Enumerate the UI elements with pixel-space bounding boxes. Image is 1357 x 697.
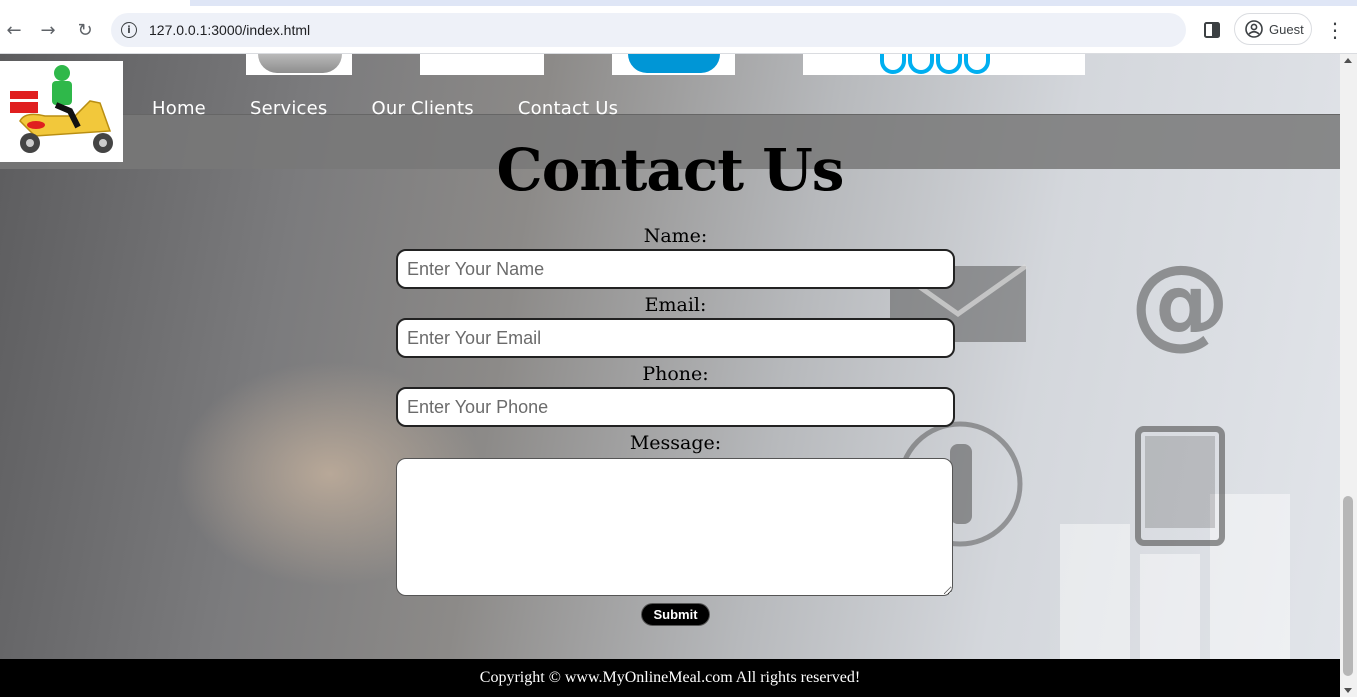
- profile-label: Guest: [1269, 21, 1304, 37]
- email-input[interactable]: [396, 318, 955, 358]
- scroll-up-icon[interactable]: [1344, 58, 1352, 63]
- site-info-icon[interactable]: i: [121, 22, 137, 38]
- browser-menu-icon[interactable]: ⋮: [1323, 18, 1347, 42]
- tablet-icon: [1135, 426, 1225, 546]
- phone-label: Phone:: [642, 363, 709, 385]
- page-title: Contact Us: [496, 136, 845, 204]
- nav-services[interactable]: Services: [250, 98, 328, 119]
- scroll-down-icon[interactable]: [1344, 688, 1352, 693]
- name-input[interactable]: [396, 249, 955, 289]
- client-logo-box: [420, 54, 544, 75]
- site-footer: Copyright © www.MyOnlineMeal.com All rig…: [0, 659, 1340, 697]
- main-nav: Home Services Our Clients Contact Us: [152, 98, 662, 119]
- side-panel-icon[interactable]: [1200, 18, 1224, 42]
- hp-logo-icon: [628, 54, 720, 73]
- contact-form: Name: Email: Phone: Message: Submit: [396, 224, 955, 626]
- svg-text:@: @: [1130, 254, 1230, 354]
- reload-icon[interactable]: ↻: [73, 18, 97, 42]
- nav-our-clients[interactable]: Our Clients: [371, 98, 473, 119]
- page-scrollbar[interactable]: [1340, 54, 1357, 697]
- email-label: Email:: [644, 294, 707, 316]
- apple-logo-icon: [258, 54, 342, 73]
- submit-button[interactable]: Submit: [641, 603, 710, 626]
- message-textarea[interactable]: [396, 458, 953, 596]
- name-label: Name:: [643, 225, 708, 247]
- profile-button[interactable]: Guest: [1234, 13, 1312, 45]
- message-label: Message:: [629, 432, 722, 454]
- forward-arrow-icon[interactable]: →: [36, 18, 60, 42]
- browser-toolbar: ← → ↻ i 127.0.0.1:3000/index.html Guest …: [0, 6, 1357, 54]
- nav-home[interactable]: Home: [152, 98, 206, 119]
- url-text[interactable]: 127.0.0.1:3000/index.html: [149, 22, 310, 38]
- back-arrow-icon[interactable]: ←: [2, 18, 26, 42]
- address-bar[interactable]: i 127.0.0.1:3000/index.html: [111, 13, 1186, 47]
- phone-input[interactable]: [396, 387, 955, 427]
- scrollbar-thumb[interactable]: [1343, 496, 1353, 676]
- skype-logo-icon: [880, 54, 1000, 74]
- account-icon: [1245, 20, 1263, 38]
- page-viewport: @ Home Services Our Clients Contact Us C…: [0, 54, 1340, 697]
- nav-contact-us[interactable]: Contact Us: [518, 98, 618, 119]
- at-sign-icon: @: [1130, 254, 1230, 354]
